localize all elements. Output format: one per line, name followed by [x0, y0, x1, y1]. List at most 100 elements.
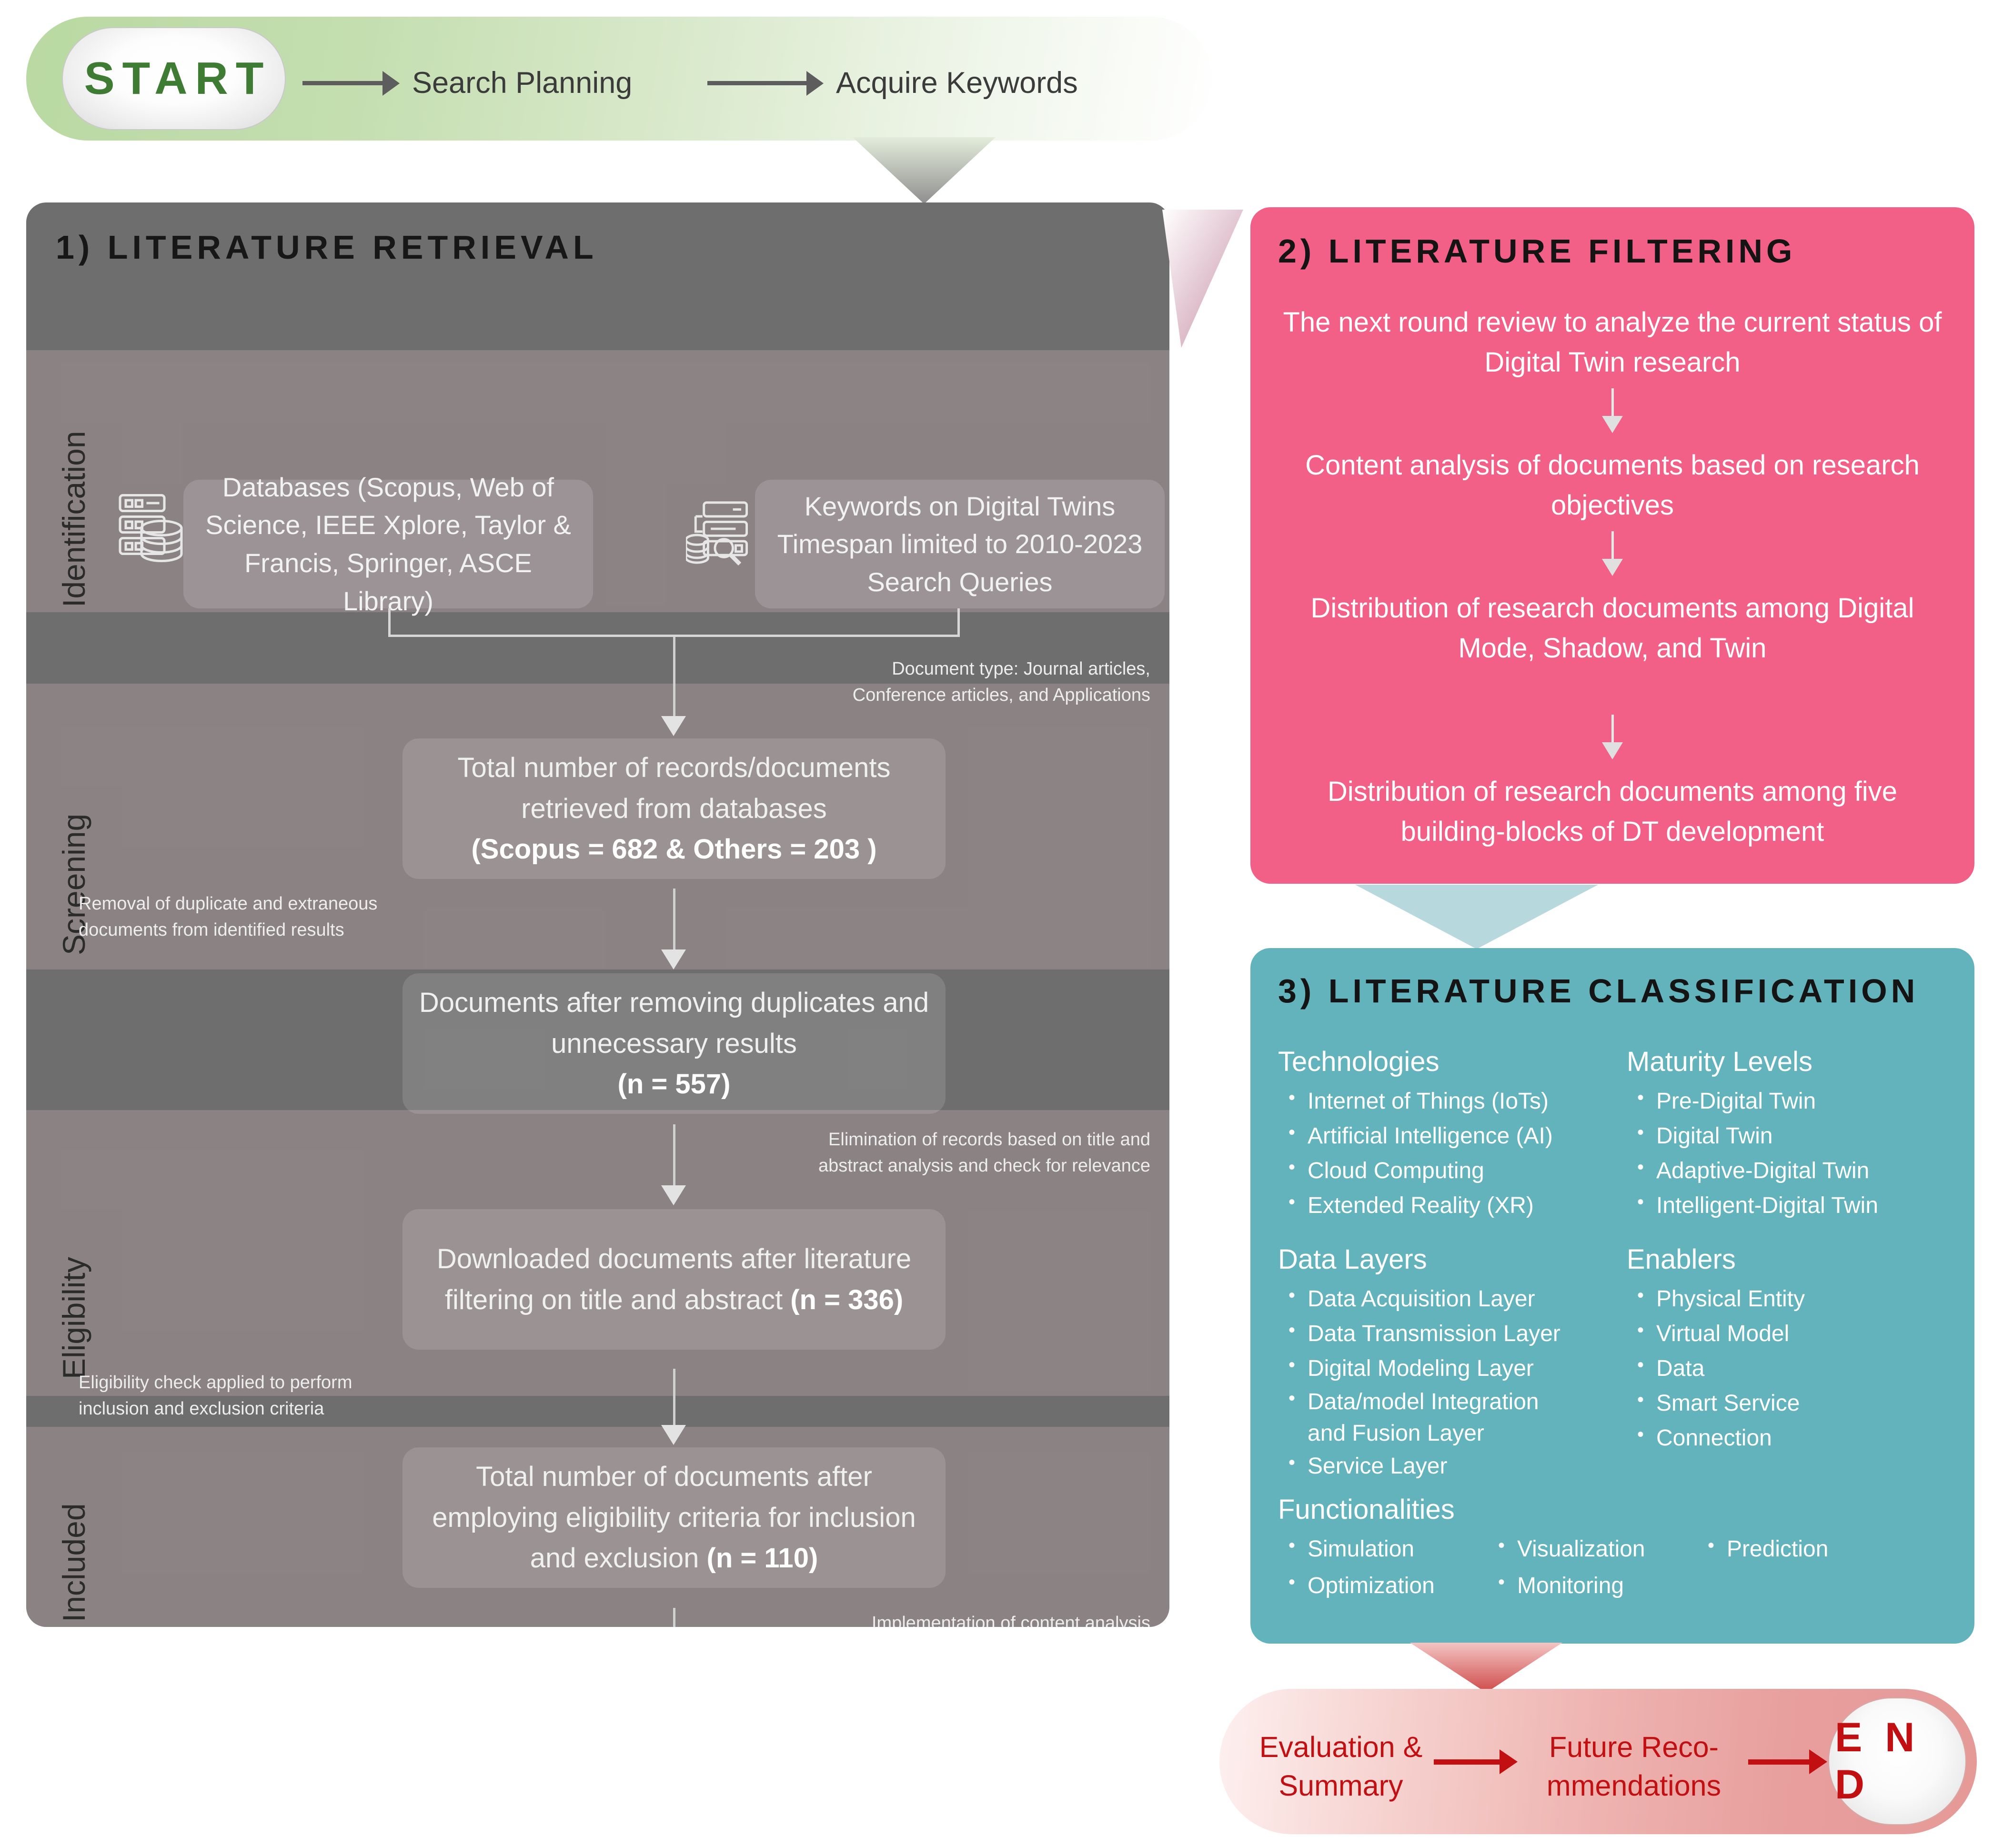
flowchart-canvas: START Search Planning Acquire Keywords 1…: [0, 0, 2003, 1848]
filtering-step-3: Distribution of research documents among…: [1310, 593, 1914, 664]
list-item: Intelligent-Digital Twin: [1627, 1188, 1878, 1223]
list-item: Pre-Digital Twin: [1627, 1083, 1878, 1119]
step1-arrow-head: [661, 716, 686, 736]
end-connector-arrow-1: [1500, 1749, 1518, 1774]
list-item: Artificial Intelligence (AI): [1278, 1118, 1553, 1154]
step2-arrow-stem: [673, 889, 675, 950]
note-document-type: Document type: Journal articles, Confere…: [852, 659, 1150, 706]
filtering-arrow-2: [1602, 531, 1623, 576]
evaluation-summary-label: Evaluation & Summary: [1259, 1731, 1423, 1802]
list-item: Optimization: [1278, 1568, 1488, 1604]
step2-arrow-head: [661, 949, 686, 969]
list-item: Data: [1627, 1351, 1805, 1386]
flow-box-total-records: Total number of records/documents retrie…: [403, 738, 946, 879]
end-connector-line-1: [1434, 1759, 1500, 1765]
flow-box-after-duplicates-count: (n = 557): [617, 1069, 731, 1100]
list-item: Prediction: [1697, 1531, 1828, 1567]
list-item: Internet of Things (IoTs): [1278, 1083, 1553, 1119]
step4-arrow-stem: [673, 1369, 675, 1426]
source-join-bracket: [388, 608, 960, 637]
database-server-icon: [119, 494, 183, 563]
category-maturity-levels: Maturity Levels Pre-Digital Twin Digital…: [1627, 1046, 1878, 1223]
flow-box-after-duplicates-text: Documents after removing duplicates and …: [419, 987, 929, 1059]
note-content-analysis: Implementation of content analysis: [871, 1613, 1150, 1627]
flow-box-eligibility-total: Total number of documents after employin…: [403, 1447, 946, 1588]
list-item: Smart Service: [1627, 1385, 1805, 1421]
list-item: Virtual Model: [1627, 1316, 1805, 1352]
start-connector-arrow-1: [382, 71, 400, 96]
list-item: Simulation: [1278, 1531, 1488, 1567]
panel3-title: 3) LITERATURE CLASSIFICATION: [1278, 972, 1919, 1010]
start-label: START: [84, 53, 272, 104]
category-technologies: Technologies Internet of Things (IoTs) A…: [1278, 1046, 1553, 1223]
filtering-arrow-1: [1602, 388, 1623, 433]
end-banner: Evaluation & Summary Future Reco- mmenda…: [1219, 1689, 1977, 1834]
filtering-to-classification-connector: [1355, 885, 1598, 949]
category-enablers-title: Enablers: [1627, 1244, 1736, 1275]
end-node: E N D: [1828, 1697, 1966, 1825]
source-box-databases: Databases (Scopus, Web of Science, IEEE …: [183, 472, 593, 616]
flow-box-total-records-count: (Scopus = 682 & Others = 203 ): [471, 834, 877, 865]
step1-arrow-stem: [673, 688, 675, 717]
list-item: Data/model Integration and Fusion Layer: [1278, 1385, 1583, 1449]
flow-box-downloaded-documents-count: (n = 336): [790, 1284, 904, 1315]
filtering-step-2: Content analysis of documents based on r…: [1305, 450, 1920, 521]
list-item: Data Transmission Layer: [1278, 1316, 1583, 1352]
panel-literature-classification: 3) LITERATURE CLASSIFICATION Technologie…: [1250, 948, 1974, 1644]
list-item: Data Acquisition Layer: [1278, 1281, 1583, 1317]
note-eligibility-check: Eligibility check applied to perform inc…: [79, 1373, 352, 1419]
list-item: Adaptive-Digital Twin: [1627, 1153, 1878, 1189]
list-item: Cloud Computing: [1278, 1153, 1553, 1189]
database-search-icon: [686, 501, 748, 566]
flow-box-total-records-text: Total number of records/documents retrie…: [457, 752, 891, 824]
acquire-keywords-label: Acquire Keywords: [836, 66, 1078, 100]
retrieval-to-filtering-connector: [1162, 210, 1243, 348]
step3-arrow-head: [661, 1185, 686, 1205]
step5-arrow-stem: [673, 1608, 675, 1627]
category-functionalities-title: Functionalities: [1278, 1494, 1455, 1525]
start-connector-line-1: [302, 81, 383, 85]
end-label: E N D: [1835, 1715, 1921, 1808]
start-connector-line-2: [707, 81, 807, 85]
panel1-title: 1) LITERATURE RETRIEVAL: [56, 229, 598, 266]
stage-label-eligibility: Eligibility: [56, 1257, 91, 1379]
note-remove-duplicates: Removal of duplicate and extraneous docu…: [79, 894, 378, 940]
filtering-step-1: The next round review to analyze the cur…: [1283, 307, 1942, 378]
panel-literature-filtering: 2) LITERATURE FILTERING The next round r…: [1250, 207, 1974, 884]
list-item: Digital Modeling Layer: [1278, 1351, 1583, 1386]
source-box-keywords: Keywords on Digital Twins Timespan limit…: [755, 480, 1165, 608]
flow-box-eligibility-total-count: (n = 110): [706, 1543, 818, 1574]
note-title-abstract-elimination: Elimination of records based on title an…: [818, 1130, 1150, 1176]
stage-label-identification: Identification: [56, 431, 91, 607]
category-technologies-title: Technologies: [1278, 1046, 1439, 1077]
category-functionalities: Functionalities Simulation Visualization…: [1278, 1494, 1945, 1604]
step4-arrow-head: [661, 1425, 686, 1445]
category-maturity-levels-title: Maturity Levels: [1627, 1046, 1813, 1077]
list-item: Digital Twin: [1627, 1118, 1878, 1154]
end-connector-line-2: [1748, 1759, 1810, 1765]
end-connector-arrow-2: [1809, 1749, 1827, 1774]
future-recommendations-label: Future Reco- mmendations: [1546, 1731, 1721, 1802]
filtering-arrow-3: [1602, 715, 1623, 759]
list-item: Service Layer: [1278, 1448, 1583, 1484]
category-data-layers-title: Data Layers: [1278, 1244, 1427, 1275]
classification-to-end-connector: [1410, 1643, 1562, 1693]
category-data-layers: Data Layers Data Acquisition Layer Data …: [1278, 1243, 1583, 1484]
panel-literature-retrieval: 1) LITERATURE RETRIEVAL Identification S…: [26, 202, 1169, 1627]
category-enablers: Enablers Physical Entity Virtual Model D…: [1627, 1243, 1805, 1456]
stage-label-included: Included: [56, 1503, 91, 1622]
list-item: Connection: [1627, 1420, 1805, 1456]
list-item: Monitoring: [1488, 1568, 1697, 1604]
panel2-title: 2) LITERATURE FILTERING: [1278, 232, 1796, 270]
step3-arrow-stem: [673, 1124, 675, 1186]
search-planning-label: Search Planning: [412, 66, 633, 100]
start-connector-arrow-2: [806, 71, 824, 96]
start-banner: START Search Planning Acquire Keywords: [26, 17, 1212, 141]
start-to-retrieval-connector: [853, 137, 996, 204]
flow-box-after-duplicates: Documents after removing duplicates and …: [403, 973, 946, 1114]
flow-box-downloaded-documents: Downloaded documents after literature fi…: [403, 1209, 946, 1350]
filtering-step-4: Distribution of research documents among…: [1327, 776, 1898, 848]
list-item: Physical Entity: [1627, 1281, 1805, 1317]
list-item: Extended Reality (XR): [1278, 1188, 1553, 1223]
flow-box-eligibility-total-text: Total number of documents after employin…: [432, 1461, 916, 1574]
